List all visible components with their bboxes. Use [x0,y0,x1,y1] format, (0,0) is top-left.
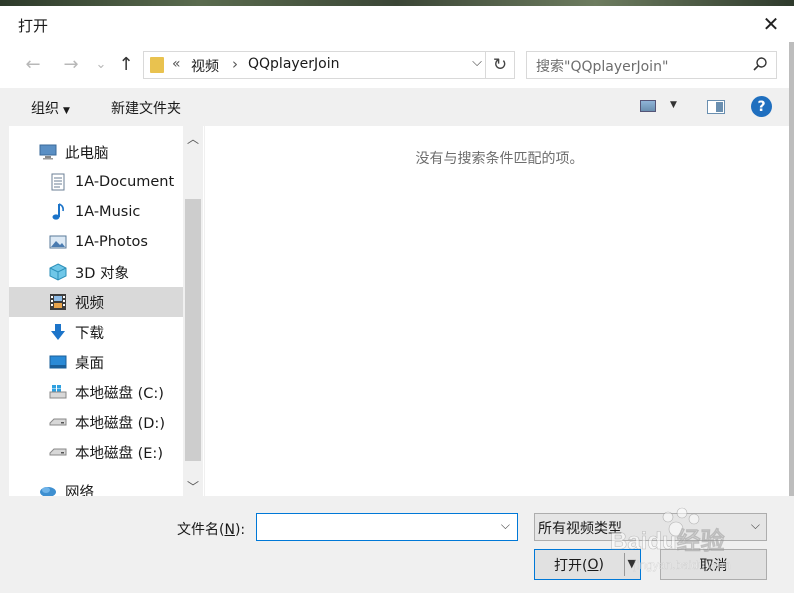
nav-item-label: 本地磁盘 (D:) [75,415,165,432]
download-arrow-icon [49,323,67,341]
picture-icon [49,233,67,251]
breadcrumb-separator-icon[interactable]: › [232,55,238,73]
file-type-value: 所有视频类型 [538,521,622,537]
filename-label: 文件名(N): [177,522,246,538]
nav-item-label: 3D 对象 [75,265,129,282]
film-icon [49,293,67,311]
open-button-divider [624,553,625,576]
filename-history-chevron-icon[interactable]: ⌵ [501,518,510,533]
change-view-icon[interactable] [640,100,656,112]
chevron-down-icon: ▼ [63,106,70,116]
nav-item-label: 网络 [65,484,94,497]
nav-item-label: 1A-Music [75,204,141,220]
forward-button[interactable]: → [58,50,84,78]
nav-item-downloads[interactable]: 下载 [49,317,204,347]
nav-item-label: 1A-Photos [75,234,148,250]
open-options-chevron-icon[interactable]: ▼ [628,557,636,570]
open-button[interactable]: 打开(O) ▼ [534,549,641,580]
back-button[interactable]: ← [20,50,46,78]
organize-menu-button[interactable]: 组织 ▼ [31,98,70,118]
search-icon[interactable] [752,56,768,72]
nav-item-label: 视频 [75,295,104,312]
nav-item-this-pc[interactable]: 此电脑 [39,137,204,167]
nav-item-1a-music[interactable]: 1A-Music [49,197,204,227]
nav-item-1a-photos[interactable]: 1A-Photos [49,227,204,257]
navigation-bar: ← → ⌄ ↑ « 视频 › QQplayerJoin ⌵ ↻ 搜索"QQpla… [0,42,794,88]
nav-item-label: 此电脑 [65,145,109,162]
recent-locations-button[interactable]: ⌄ [88,50,114,78]
nav-item-label: 本地磁盘 (C:) [75,385,164,402]
open-button-label[interactable]: 打开(O) [535,550,623,579]
nav-item-label: 本地磁盘 (E:) [75,445,163,462]
address-bar[interactable]: « 视频 › QQplayerJoin ⌵ ↻ [143,51,515,79]
up-button[interactable]: ↑ [113,50,139,78]
folder-icon [150,57,164,73]
windows-drive-icon [49,383,67,401]
search-box[interactable]: 搜索"QQplayerJoin" [526,51,777,79]
nav-item-1a-document[interactable]: 1A-Document [49,167,204,197]
network-icon [39,482,57,496]
scrollbar-thumb[interactable] [185,199,201,461]
dialog-title: 打开 [18,17,49,35]
breadcrumb-videos[interactable]: 视频 [191,56,219,76]
navigation-pane-scrollbar[interactable]: ︿ ﹀ [183,126,203,496]
nav-item-drive-c[interactable]: 本地磁盘 (C:) [49,377,204,407]
breadcrumb-overflow[interactable]: « [172,56,181,72]
new-folder-button[interactable]: 新建文件夹 [111,98,181,118]
scroll-down-arrow-icon[interactable]: ﹀ [183,476,203,496]
document-icon [49,173,67,191]
address-history-dropdown[interactable]: ⌵ [472,55,482,70]
computer-icon [39,143,57,161]
breadcrumb-qqplayerjoin[interactable]: QQplayerJoin [248,56,340,72]
nav-item-3d-objects[interactable]: 3D 对象 [49,257,204,287]
scroll-up-arrow-icon[interactable]: ︿ [183,128,203,148]
filename-input[interactable] [259,516,491,540]
command-toolbar: 组织 ▼ 新建文件夹 ▼ ? [0,88,794,126]
drive-icon [49,413,67,431]
dialog-footer: 文件名(N): ⌵ 所有视频类型 ⌵ 打开(O) ▼ 取消 [0,496,794,593]
nav-item-videos[interactable]: 视频 [9,287,183,317]
chevron-down-icon: ⌵ [750,518,760,532]
file-type-select[interactable]: 所有视频类型 ⌵ [534,513,767,541]
desktop-icon [49,353,67,371]
organize-label: 组织 [31,101,59,117]
close-button[interactable]: ✕ [748,6,794,42]
preview-pane-icon[interactable] [707,100,725,114]
open-file-dialog: 打开 ✕ ← → ⌄ ↑ « 视频 › QQplayerJoin ⌵ ↻ 搜索"… [0,0,794,593]
nav-item-desktop[interactable]: 桌面 [49,347,204,377]
music-note-icon [49,203,67,221]
filename-combobox[interactable]: ⌵ [256,513,518,541]
refresh-button[interactable]: ↻ [485,52,514,78]
file-list-area[interactable]: 没有与搜索条件匹配的项。 [205,126,794,496]
drive-icon [49,443,67,461]
help-button[interactable]: ? [751,96,772,117]
nav-item-drive-e[interactable]: 本地磁盘 (E:) [49,437,204,467]
nav-item-network[interactable]: 网络 [39,476,204,496]
navigation-pane: 此电脑 1A-Document 1A-Music 1A-Photos 3D 对象 [9,126,204,496]
3d-cube-icon [49,263,67,281]
view-options-chevron-icon[interactable]: ▼ [670,100,677,110]
title-bar: 打开 ✕ [0,6,794,42]
cancel-button[interactable]: 取消 [660,549,767,580]
nav-item-label: 下载 [75,325,104,342]
nav-item-drive-d[interactable]: 本地磁盘 (D:) [49,407,204,437]
nav-item-label: 桌面 [75,355,104,372]
empty-results-message: 没有与搜索条件匹配的项。 [415,151,584,167]
search-placeholder: 搜索"QQplayerJoin" [536,59,669,75]
nav-item-label: 1A-Document [75,174,175,190]
